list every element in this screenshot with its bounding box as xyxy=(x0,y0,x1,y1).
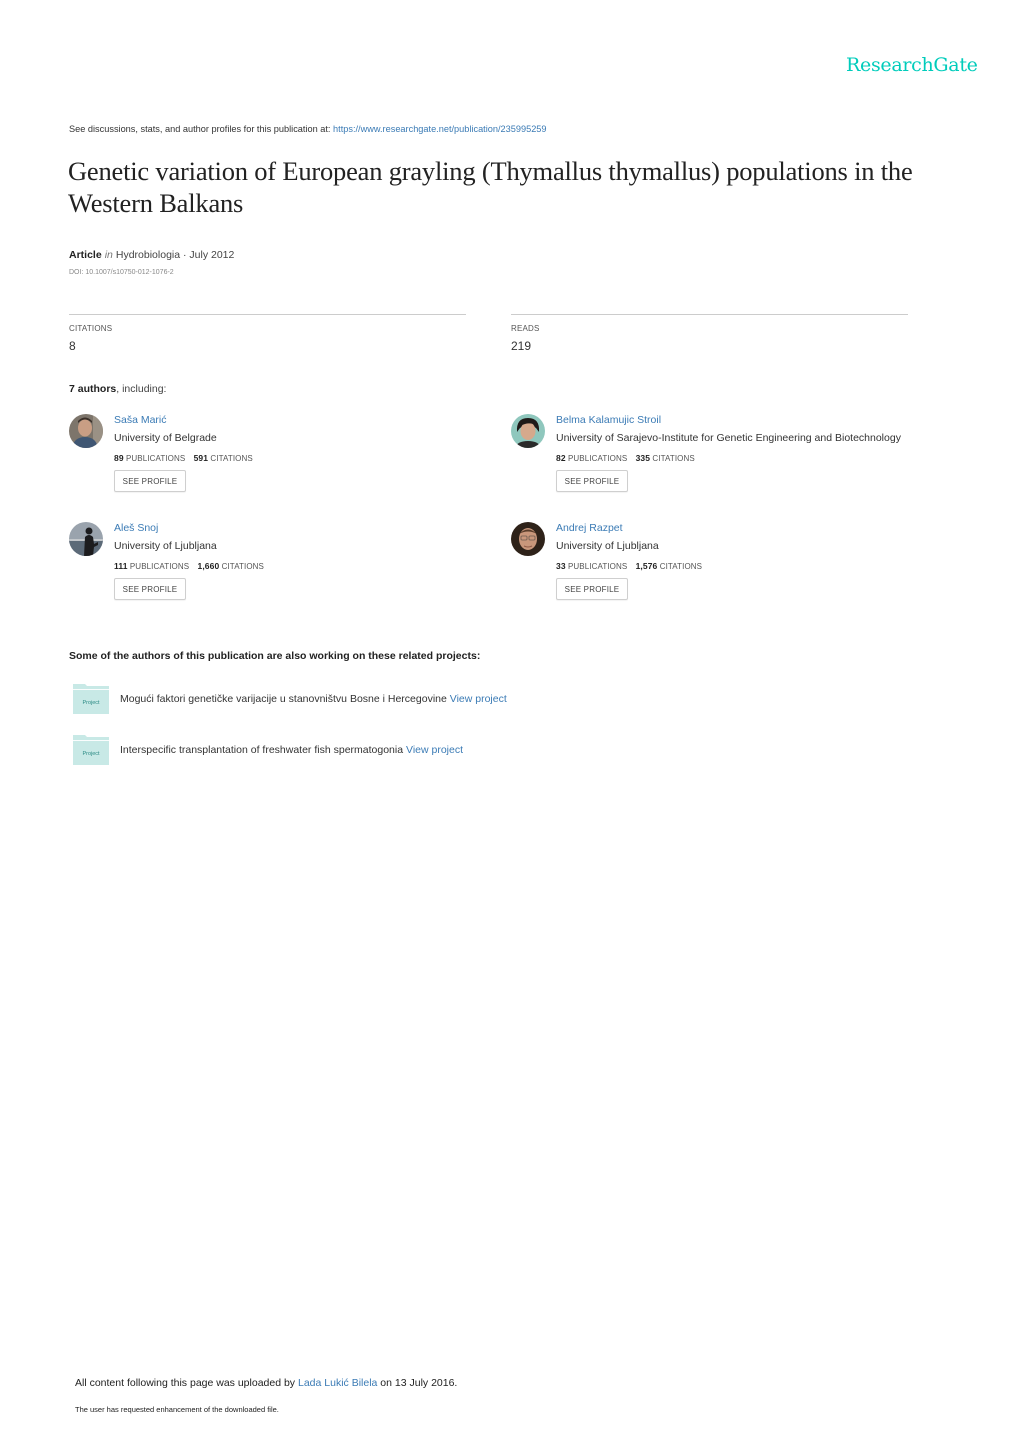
project-text: Mogući faktori genetičke varijacije u st… xyxy=(120,693,507,705)
publications-count: 82 xyxy=(556,453,566,463)
reads-divider xyxy=(511,314,908,315)
author-stats: 111 PUBLICATIONS 1,660 CITATIONS xyxy=(114,561,264,571)
researchgate-logo[interactable]: ResearchGate xyxy=(846,54,978,76)
publication-meta: Article in Hydrobiologia · July 2012 xyxy=(69,249,234,261)
citations-count: 1,660 xyxy=(197,561,220,571)
publication-url-link[interactable]: https://www.researchgate.net/publication… xyxy=(333,124,547,134)
in-word: in xyxy=(104,249,113,261)
author-name-link[interactable]: Andrej Razpet xyxy=(556,522,623,534)
author-photo-icon xyxy=(69,522,103,556)
see-profile-button[interactable]: SEE PROFILE xyxy=(114,470,186,492)
avatar[interactable] xyxy=(511,414,545,448)
doi: DOI: 10.1007/s10750-012-1076-2 xyxy=(69,269,174,276)
authors-heading: 7 authors, including: xyxy=(69,383,166,395)
avatar[interactable] xyxy=(511,522,545,556)
author-institution: University of Belgrade xyxy=(114,432,217,444)
author-card: Aleš Snoj University of Ljubljana 111 PU… xyxy=(69,522,489,622)
publication-type: Article xyxy=(69,249,102,261)
citations-divider xyxy=(69,314,466,315)
publications-count: 89 xyxy=(114,453,124,463)
project-folder-icon: Project xyxy=(73,684,109,714)
see-discussions-text: See discussions, stats, and author profi… xyxy=(69,124,334,134)
publications-count: 33 xyxy=(556,561,566,571)
upload-suffix: on 13 July 2016. xyxy=(377,1377,458,1389)
project-item: Project Mogući faktori genetičke varijac… xyxy=(73,684,573,714)
author-name-link[interactable]: Saša Marić xyxy=(114,414,167,426)
project-folder-icon: Project xyxy=(73,735,109,765)
author-stats: 33 PUBLICATIONS 1,576 CITATIONS xyxy=(556,561,702,571)
author-institution: University of Ljubljana xyxy=(114,540,217,552)
publications-label: PUBLICATIONS xyxy=(129,562,190,571)
reads-label: READS xyxy=(511,324,540,333)
see-profile-button[interactable]: SEE PROFILE xyxy=(114,578,186,600)
project-icon-label: Project xyxy=(82,700,100,706)
journal-date: Hydrobiologia · July 2012 xyxy=(115,249,235,261)
see-profile-button[interactable]: SEE PROFILE xyxy=(556,578,628,600)
view-project-link[interactable]: View project xyxy=(406,744,463,756)
see-profile-button[interactable]: SEE PROFILE xyxy=(556,470,628,492)
upload-prefix: All content following this page was uplo… xyxy=(75,1377,298,1389)
authors-count: 7 authors xyxy=(69,383,117,395)
project-title: Interspecific transplantation of freshwa… xyxy=(120,744,404,756)
project-item: Project Interspecific transplantation of… xyxy=(73,735,573,765)
avatar[interactable] xyxy=(69,522,103,556)
author-institution: University of Ljubljana xyxy=(556,540,659,552)
citations-count: 591 xyxy=(193,453,209,463)
citations-label: CITATIONS xyxy=(69,324,113,333)
citations-label: CITATIONS xyxy=(652,454,695,463)
project-title: Mogući faktori genetičke varijacije u st… xyxy=(120,693,447,705)
citations-value: 8 xyxy=(69,339,76,353)
author-photo-icon xyxy=(511,414,545,448)
see-discussions-line: See discussions, stats, and author profi… xyxy=(69,124,547,134)
view-project-link[interactable]: View project xyxy=(450,693,507,705)
publications-label: PUBLICATIONS xyxy=(567,562,628,571)
uploader-link[interactable]: Lada Lukić Bilela xyxy=(298,1377,377,1389)
enhancement-note: The user has requested enhancement of th… xyxy=(75,1405,279,1414)
project-icon-label: Project xyxy=(82,751,100,757)
publication-title: Genetic variation of European grayling (… xyxy=(68,156,913,218)
author-card: Andrej Razpet University of Ljubljana 33… xyxy=(511,522,931,622)
publications-label: PUBLICATIONS xyxy=(567,454,628,463)
author-stats: 82 PUBLICATIONS 335 CITATIONS xyxy=(556,453,695,463)
publications-count: 111 xyxy=(114,561,128,571)
author-name-link[interactable]: Belma Kalamujic Stroil xyxy=(556,414,661,426)
author-card: Belma Kalamujic Stroil University of Sar… xyxy=(511,414,981,514)
project-text: Interspecific transplantation of freshwa… xyxy=(120,744,463,756)
author-photo-icon xyxy=(69,414,103,448)
avatar[interactable] xyxy=(69,414,103,448)
author-name-link[interactable]: Aleš Snoj xyxy=(114,522,158,534)
citations-label: CITATIONS xyxy=(210,454,253,463)
publications-label: PUBLICATIONS xyxy=(125,454,186,463)
author-institution: University of Sarajevo-Institute for Gen… xyxy=(556,432,901,444)
author-photo-icon xyxy=(511,522,545,556)
upload-info: All content following this page was uplo… xyxy=(75,1377,457,1389)
citations-count: 335 xyxy=(635,453,651,463)
author-stats: 89 PUBLICATIONS 591 CITATIONS xyxy=(114,453,253,463)
related-projects-heading: Some of the authors of this publication … xyxy=(69,650,481,662)
citations-count: 1,576 xyxy=(635,561,658,571)
citations-label: CITATIONS xyxy=(659,562,703,571)
authors-suffix: , including: xyxy=(116,383,167,395)
reads-value: 219 xyxy=(511,339,532,353)
citations-label: CITATIONS xyxy=(221,562,264,571)
author-card: Saša Marić University of Belgrade 89 PUB… xyxy=(69,414,489,514)
